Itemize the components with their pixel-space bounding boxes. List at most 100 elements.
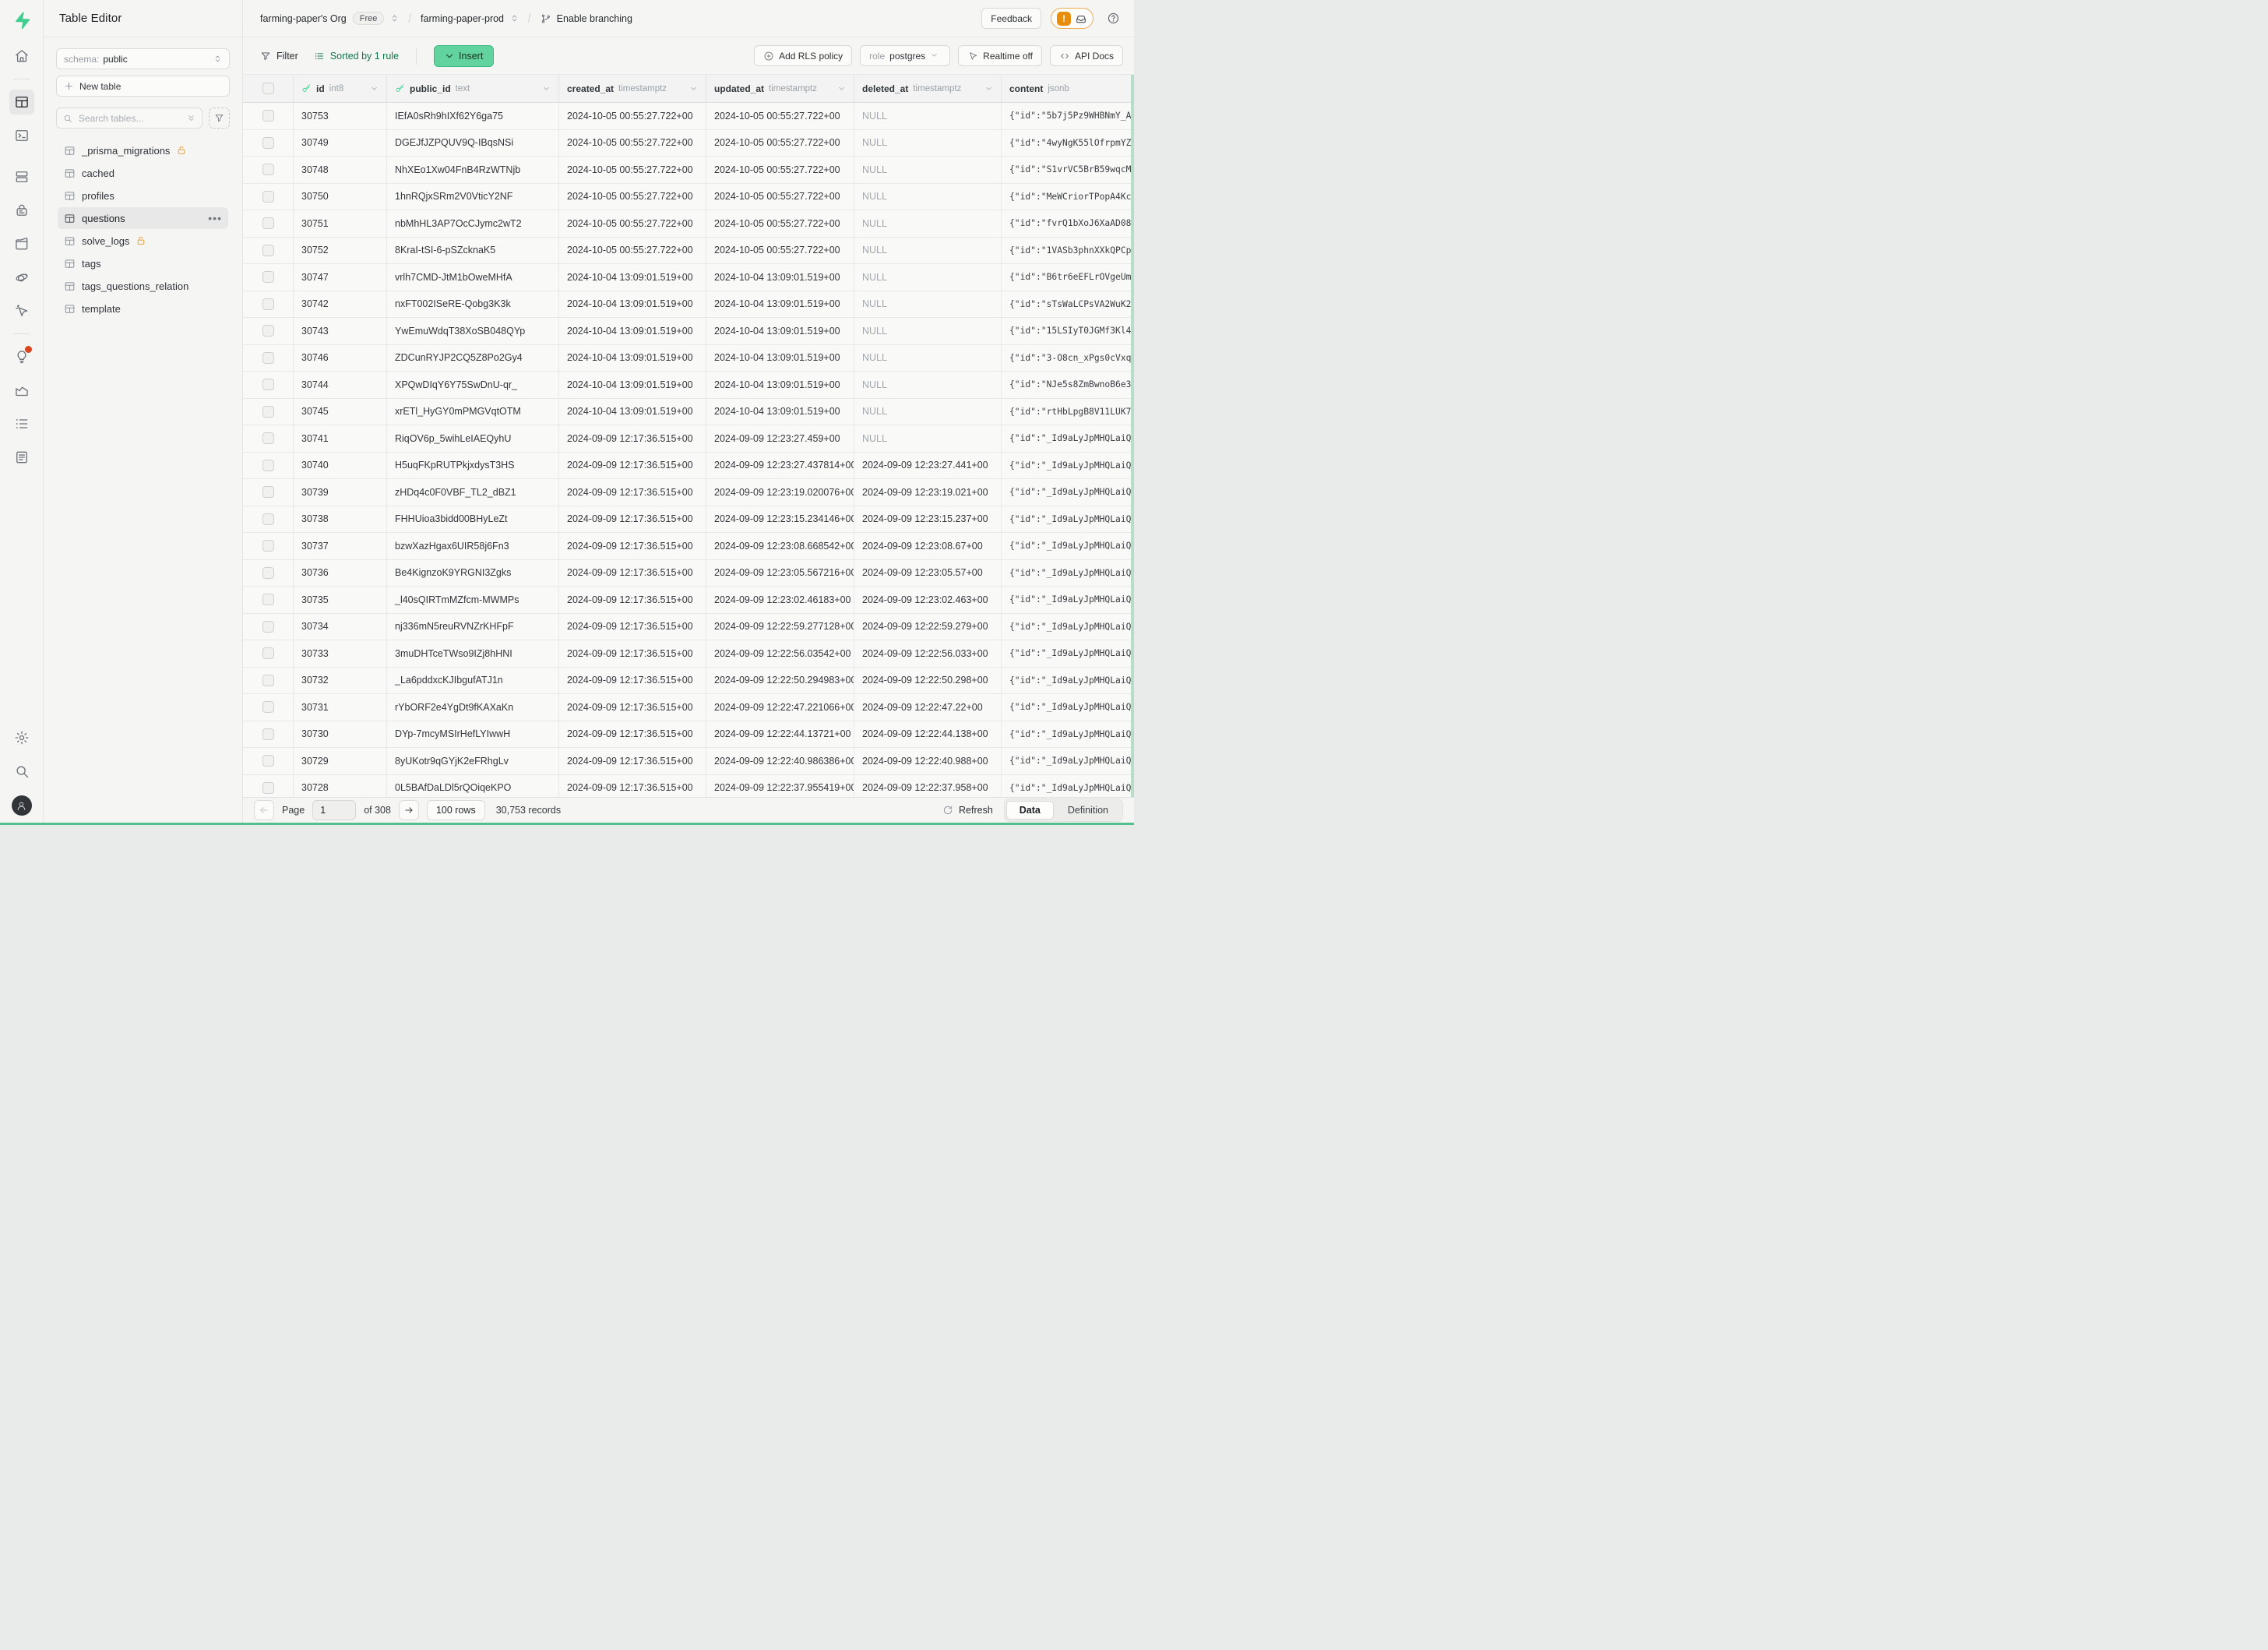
select-all-checkbox[interactable] [262,83,274,94]
cell-public-id[interactable]: 1hnRQjxSRm2V0VticY2NF [387,184,559,210]
feedback-button[interactable]: Feedback [981,8,1041,29]
row-checkbox[interactable] [262,460,274,471]
column-menu-icon[interactable] [984,84,993,93]
cell-deleted-at[interactable]: NULL [854,318,1002,344]
cell-content[interactable]: {"id":"_Id9aLyJpMHQLaiQC [1002,506,1134,533]
row-checkbox[interactable] [262,486,274,498]
cell-updated-at[interactable]: 2024-09-09 12:23:27.437814+00 [706,453,854,479]
cell-id[interactable]: 30728 [294,775,387,798]
cell-updated-at[interactable]: 2024-10-05 00:55:27.722+00 [706,130,854,157]
sort-tables-button[interactable] [209,108,230,129]
cell-updated-at[interactable]: 2024-09-09 12:22:40.986386+00 [706,748,854,774]
row-checkbox[interactable] [262,352,274,364]
cell-deleted-at[interactable]: 2024-09-09 12:23:08.67+00 [854,533,1002,559]
cell-content[interactable]: {"id":"_Id9aLyJpMHQLaiQC [1002,479,1134,506]
cell-content[interactable]: {"id":"_Id9aLyJpMHQLaiQC [1002,721,1134,748]
cell-content[interactable]: {"id":"_Id9aLyJpMHQLaiQC [1002,453,1134,479]
cell-id[interactable]: 30751 [294,210,387,237]
cell-public-id[interactable]: H5uqFKpRUTPkjxdysT3HS [387,453,559,479]
cell-public-id[interactable]: ZDCunRYJP2CQ5Z8Po2Gy4 [387,345,559,372]
cell-created-at[interactable]: 2024-10-04 13:09:01.519+00 [559,264,706,291]
cell-deleted-at[interactable]: 2024-09-09 12:23:05.57+00 [854,560,1002,587]
cell-content[interactable]: {"id":"3-O8cn_xPgs0cVxqKE [1002,345,1134,372]
cell-content[interactable]: {"id":"fvrQ1bXoJ6XaAD08G [1002,210,1134,237]
search-tables-input[interactable] [77,112,182,125]
chevrons-up-down-icon[interactable] [510,14,519,23]
cell-content[interactable]: {"id":"rtHbLpgB8V11LUK7152 [1002,399,1134,425]
cell-updated-at[interactable]: 2024-09-09 12:23:19.020076+00 [706,479,854,506]
cell-id[interactable]: 30729 [294,748,387,774]
cell-deleted-at[interactable]: NULL [854,372,1002,398]
row-checkbox[interactable] [262,567,274,579]
cell-content[interactable]: {"id":"S1vrVC5BrB59wqcM4 [1002,157,1134,183]
cell-deleted-at[interactable]: NULL [854,345,1002,372]
cell-public-id[interactable]: nxFT002ISeRE-Qobg3K3k [387,291,559,318]
cell-updated-at[interactable]: 2024-10-05 00:55:27.722+00 [706,157,854,183]
supabase-logo-icon[interactable] [9,8,34,33]
cell-public-id[interactable]: 3muDHTceTWso9IZj8hHNI [387,640,559,667]
cell-content[interactable]: {"id":"5b7j5Pz9WHBNmY_A [1002,103,1134,129]
cell-updated-at[interactable]: 2024-10-05 00:55:27.722+00 [706,238,854,264]
cell-content[interactable]: {"id":"NJe5s8ZmBwnoB6e3s [1002,372,1134,398]
sidebar-table-item-solve_logs[interactable]: solve_logs [58,230,228,252]
cell-deleted-at[interactable]: 2024-09-09 12:23:19.021+00 [854,479,1002,506]
cell-content[interactable]: {"id":"_Id9aLyJpMHQLaiQC [1002,640,1134,667]
help-icon[interactable] [1103,9,1123,29]
edge-functions-icon[interactable] [9,265,34,290]
search-tables-box[interactable] [56,108,202,129]
cell-id[interactable]: 30749 [294,130,387,157]
next-page-button[interactable] [399,800,419,820]
rows-per-page-select[interactable]: 100 rows [427,800,485,820]
cell-deleted-at[interactable]: 2024-09-09 12:22:56.033+00 [854,640,1002,667]
sidebar-table-item-tags[interactable]: tags [58,252,228,274]
row-checkbox[interactable] [262,728,274,740]
api-docs-icon[interactable] [9,445,34,470]
row-checkbox[interactable] [262,137,274,149]
column-header-public_id[interactable]: public_idtext [387,75,559,102]
cell-id[interactable]: 30734 [294,614,387,640]
cell-created-at[interactable]: 2024-09-09 12:17:36.515+00 [559,479,706,506]
cell-created-at[interactable]: 2024-09-09 12:17:36.515+00 [559,775,706,798]
column-menu-icon[interactable] [542,84,551,93]
row-checkbox[interactable] [262,647,274,659]
sidebar-table-item-cached[interactable]: cached [58,162,228,184]
search-icon[interactable] [9,759,34,784]
cell-created-at[interactable]: 2024-10-05 00:55:27.722+00 [559,210,706,237]
column-header-updated_at[interactable]: updated_attimestamptz [706,75,854,102]
auth-icon[interactable] [9,198,34,223]
cell-id[interactable]: 30744 [294,372,387,398]
cell-id[interactable]: 30742 [294,291,387,318]
row-checkbox[interactable] [262,379,274,390]
cell-content[interactable]: {"id":"_Id9aLyJpMHQLaiQC [1002,560,1134,587]
cell-id[interactable]: 30750 [294,184,387,210]
cell-id[interactable]: 30740 [294,453,387,479]
cell-created-at[interactable]: 2024-09-09 12:17:36.515+00 [559,614,706,640]
page-number-input[interactable] [312,800,356,820]
cell-public-id[interactable]: nbMhHL3AP7OcCJymc2wT2 [387,210,559,237]
cell-deleted-at[interactable]: 2024-09-09 12:22:50.298+00 [854,668,1002,694]
cell-content[interactable]: {"id":"_Id9aLyJpMHQLaiQC [1002,748,1134,774]
cell-id[interactable]: 30731 [294,694,387,721]
cell-created-at[interactable]: 2024-09-09 12:17:36.515+00 [559,748,706,774]
cell-updated-at[interactable]: 2024-10-04 13:09:01.519+00 [706,399,854,425]
sidebar-table-item-profiles[interactable]: profiles [58,185,228,206]
cell-created-at[interactable]: 2024-09-09 12:17:36.515+00 [559,453,706,479]
cell-created-at[interactable]: 2024-09-09 12:17:36.515+00 [559,721,706,748]
cell-id[interactable]: 30747 [294,264,387,291]
cell-public-id[interactable]: vrlh7CMD-JtM1bOweMHfA [387,264,559,291]
row-checkbox[interactable] [262,701,274,713]
cell-deleted-at[interactable]: NULL [854,103,1002,129]
column-menu-icon[interactable] [689,84,698,93]
cell-created-at[interactable]: 2024-10-05 00:55:27.722+00 [559,157,706,183]
cell-updated-at[interactable]: 2024-09-09 12:22:56.03542+00 [706,640,854,667]
row-checkbox[interactable] [262,217,274,229]
cell-public-id[interactable]: DYp-7mcyMSIrHefLYIwwH [387,721,559,748]
column-header-id[interactable]: idint8 [294,75,387,102]
cell-public-id[interactable]: YwEmuWdqT38XoSB048QYp [387,318,559,344]
cell-deleted-at[interactable]: 2024-09-09 12:23:27.441+00 [854,453,1002,479]
cell-public-id[interactable]: NhXEo1Xw04FnB4RzWTNjb [387,157,559,183]
row-checkbox[interactable] [262,191,274,203]
cell-content[interactable]: {"id":"sTsWaLCPsVA2WuK2 [1002,291,1134,318]
row-checkbox[interactable] [262,245,274,256]
tab-data[interactable]: Data [1006,801,1054,820]
